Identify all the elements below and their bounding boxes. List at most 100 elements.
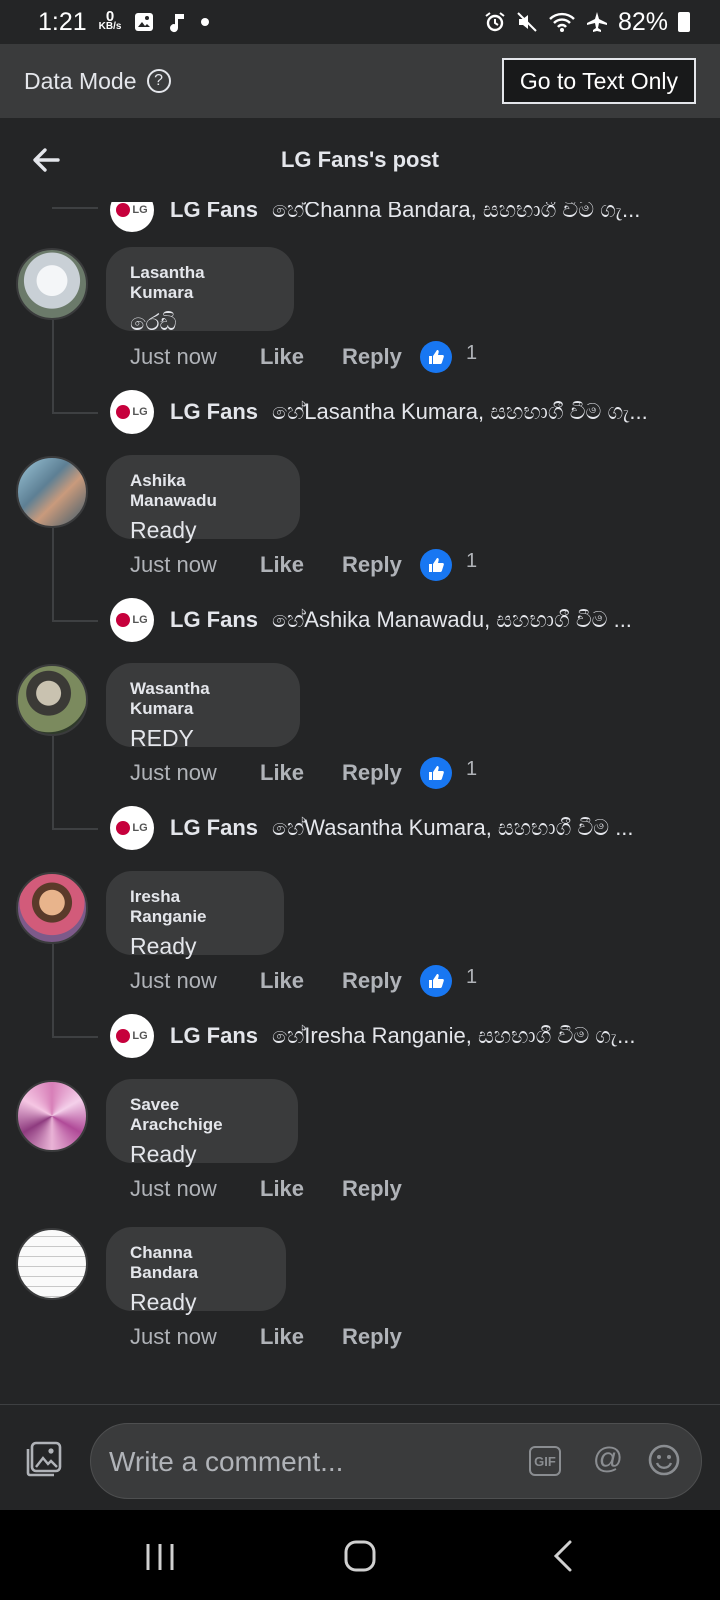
comment-composer: GIF @ [0, 1404, 720, 1510]
back-arrow-icon[interactable] [28, 142, 64, 178]
thumbs-up-reaction-icon[interactable] [420, 965, 452, 997]
reaction-count[interactable]: 1 [466, 758, 477, 781]
page-reply-row[interactable]: LG LG Fans හේWasantha Kumara, සහභාගී වීම… [110, 806, 692, 850]
comment-author[interactable]: Savee Arachchige [130, 1095, 274, 1135]
battery-icon [678, 12, 690, 32]
page-reply-row[interactable]: LG LG Fans හේAshika Manawadu, සහභාගී වීම… [110, 598, 692, 642]
status-time: 1:21 [38, 7, 87, 36]
post-header: LG Fans's post [0, 118, 720, 202]
comment-time[interactable]: Just now [130, 344, 260, 370]
wifi-icon [549, 12, 575, 32]
music-notification-icon [170, 14, 185, 33]
like-button[interactable]: Like [260, 968, 342, 994]
emoji-icon[interactable] [647, 1442, 681, 1478]
reply-author[interactable]: LG Fans [170, 202, 258, 223]
commenter-avatar[interactable] [16, 664, 88, 736]
comments-feed[interactable]: LG LG Fans හේChanna Bandara, සහභාගී වීම … [0, 202, 720, 1404]
comment-text: REDY [130, 725, 194, 751]
page-reply-row[interactable]: LG LG Fans හේLasantha Kumara, සහභාගී වීම… [110, 390, 692, 434]
gif-icon[interactable]: GIF [529, 1446, 561, 1476]
comment-bubble[interactable]: Wasantha Kumara REDY [106, 663, 300, 751]
commenter-avatar[interactable] [16, 1080, 88, 1152]
status-bar: 1:21 0 KB/s 82% [0, 0, 720, 44]
like-button[interactable]: Like [260, 552, 342, 578]
like-button[interactable]: Like [260, 1324, 342, 1350]
more-notifications-dot-icon [201, 18, 210, 26]
reply-author[interactable]: LG Fans [170, 815, 258, 841]
comment-text: Ready [130, 933, 197, 959]
comment-actions: Just now Like Reply [130, 1322, 420, 1352]
comment-bubble[interactable]: Lasantha Kumara රෙඩි [106, 247, 294, 335]
comment-author[interactable]: Iresha Ranganie [130, 887, 260, 927]
reply-button[interactable]: Reply [342, 760, 420, 786]
lg-fans-avatar[interactable]: LG [110, 1014, 154, 1058]
comment-time[interactable]: Just now [130, 1176, 260, 1202]
like-button[interactable]: Like [260, 760, 342, 786]
reaction-count[interactable]: 1 [466, 550, 477, 573]
like-button[interactable]: Like [260, 1176, 342, 1202]
reaction-count[interactable]: 1 [466, 966, 477, 989]
data-mode-bar: Data Mode ? Go to Text Only [0, 44, 720, 118]
comment-bubble[interactable]: Ashika Manawadu Ready [106, 455, 300, 543]
photo-icon[interactable] [24, 1439, 64, 1479]
comment-author[interactable]: Channa Bandara [130, 1243, 262, 1283]
mute-icon [517, 12, 537, 32]
lg-fans-avatar[interactable]: LG [110, 202, 154, 232]
comment-actions: Just now Like Reply 1 [130, 757, 477, 789]
help-icon[interactable]: ? [146, 69, 171, 93]
page-reply-row[interactable]: LG LG Fans හේIresha Ranganie, සහභාගී වීම… [110, 1014, 692, 1058]
comment-actions: Just now Like Reply [130, 1174, 420, 1204]
reaction-count[interactable]: 1 [466, 342, 477, 365]
alarm-icon [485, 12, 505, 32]
lg-fans-avatar[interactable]: LG [110, 390, 154, 434]
comment-time[interactable]: Just now [130, 968, 260, 994]
comment-text: Ready [130, 1141, 197, 1167]
mention-icon[interactable]: @ [591, 1442, 625, 1478]
thumbs-up-reaction-icon[interactable] [420, 549, 452, 581]
comment-actions: Just now Like Reply 1 [130, 341, 477, 373]
reply-button[interactable]: Reply [342, 552, 420, 578]
recent-apps-icon[interactable] [140, 1536, 180, 1576]
like-button[interactable]: Like [260, 344, 342, 370]
comment-text: Ready [130, 517, 197, 543]
comment-author[interactable]: Wasantha Kumara [130, 679, 276, 719]
comment-author[interactable]: Lasantha Kumara [130, 263, 270, 303]
comment-bubble[interactable]: Iresha Ranganie Ready [106, 871, 284, 959]
reply-button[interactable]: Reply [342, 1176, 420, 1202]
reply-author[interactable]: LG Fans [170, 1023, 258, 1049]
go-to-text-only-button[interactable]: Go to Text Only [501, 58, 696, 104]
reply-button[interactable]: Reply [342, 1324, 420, 1350]
lg-fans-avatar[interactable]: LG [110, 598, 154, 642]
comment-actions: Just now Like Reply 1 [130, 965, 477, 997]
back-icon[interactable] [544, 1536, 584, 1576]
reply-text: හේAshika Manawadu, සහභාගී වීම ... [272, 607, 632, 632]
comment-time[interactable]: Just now [130, 760, 260, 786]
comment-time[interactable]: Just now [130, 1324, 260, 1350]
reply-text: හේWasantha Kumara, සහභාගී වීම ... [272, 815, 634, 840]
reply-button[interactable]: Reply [342, 968, 420, 994]
comment-input-box[interactable]: GIF @ [90, 1423, 702, 1499]
commenter-avatar[interactable] [16, 872, 88, 944]
gallery-notification-icon [135, 13, 154, 31]
page-reply-row[interactable]: LG LG Fans හේChanna Bandara, සහභාගී වීම … [110, 202, 692, 232]
comment-actions: Just now Like Reply 1 [130, 549, 477, 581]
thumbs-up-reaction-icon[interactable] [420, 757, 452, 789]
commenter-avatar[interactable] [16, 248, 88, 320]
commenter-avatar[interactable] [16, 1228, 88, 1300]
lg-fans-avatar[interactable]: LG [110, 806, 154, 850]
comment-time[interactable]: Just now [130, 552, 260, 578]
thumbs-up-reaction-icon[interactable] [420, 341, 452, 373]
reply-author[interactable]: LG Fans [170, 399, 258, 425]
comment-bubble[interactable]: Savee Arachchige Ready [106, 1079, 298, 1167]
home-icon[interactable] [340, 1536, 380, 1576]
reply-author[interactable]: LG Fans [170, 607, 258, 633]
commenter-avatar[interactable] [16, 456, 88, 528]
reply-text: හේIresha Ranganie, සහභාගී වීම ගැ... [272, 1023, 636, 1048]
comment-bubble[interactable]: Channa Bandara Ready [106, 1227, 286, 1315]
comment-author[interactable]: Ashika Manawadu [130, 471, 276, 511]
reply-text: හේChanna Bandara, සහභාගී වීම ගැ... [272, 202, 641, 222]
net-speed: 0 KB/s [98, 8, 122, 32]
comment-text: Ready [130, 1289, 197, 1315]
comment-input[interactable] [109, 1442, 489, 1482]
reply-button[interactable]: Reply [342, 344, 420, 370]
